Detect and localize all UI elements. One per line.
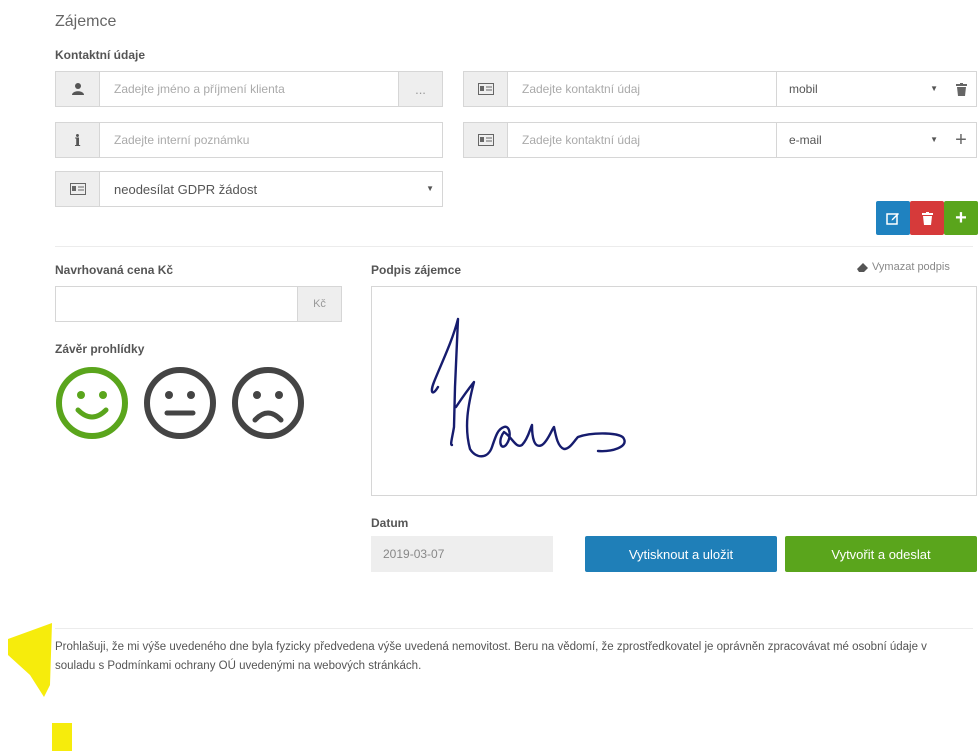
gdpr-select-value: neodesílat GDPR žádost	[114, 181, 258, 197]
chevron-down-icon: ▼	[930, 84, 938, 93]
contact-type-value: e-mail	[789, 133, 822, 147]
price-input[interactable]	[56, 287, 297, 321]
add-button[interactable]: +	[944, 201, 978, 235]
contact-type-value: mobil	[789, 82, 818, 96]
smiley-sad-icon[interactable]	[231, 366, 305, 443]
price-label: Navrhovaná cena Kč	[55, 263, 174, 277]
contact-row-2: Zadejte kontaktní údaj e-mail ▼ +	[463, 122, 977, 158]
contact-type-select-1[interactable]: mobil ▼	[776, 72, 946, 106]
plus-icon: +	[955, 206, 967, 229]
currency-addon: Kč	[297, 287, 341, 321]
section-title: Zájemce	[55, 13, 117, 30]
price-group: Kč	[55, 286, 342, 322]
contact-input-2[interactable]: Zadejte kontaktní údaj	[508, 123, 776, 157]
internal-note-group: i Zadejte interní poznámku	[55, 122, 443, 158]
gdpr-select[interactable]: neodesílat GDPR žádost ▼	[100, 172, 442, 206]
client-name-input[interactable]: Zadejte jméno a příjmení klienta	[100, 72, 398, 106]
id-card-icon	[56, 172, 100, 206]
divider	[55, 246, 973, 247]
gdpr-group: neodesílat GDPR žádost ▼	[55, 171, 443, 207]
id-card-icon	[464, 123, 508, 157]
edit-button[interactable]	[876, 201, 910, 235]
print-save-button[interactable]: Vytisknout a uložit	[585, 536, 777, 572]
contact-details-label: Kontaktní údaje	[55, 48, 146, 62]
smiley-neutral-icon[interactable]	[143, 366, 217, 443]
conclusion-label: Závěr prohlídky	[55, 342, 145, 356]
consent-declaration: Prohlašuji, že mi výše uvedeného dne byl…	[55, 641, 927, 672]
id-card-icon	[464, 72, 508, 106]
clear-signature-label: Vymazat podpis	[872, 261, 950, 273]
date-label: Datum	[371, 516, 409, 530]
highlighter-mark	[8, 623, 72, 751]
create-send-button[interactable]: Vytvořit a odeslat	[785, 536, 977, 572]
info-icon: i	[56, 123, 100, 157]
contact-type-select-2[interactable]: e-mail ▼	[776, 123, 946, 157]
chevron-down-icon: ▼	[426, 184, 434, 193]
clear-signature-link[interactable]: Vymazat podpis	[856, 261, 950, 273]
internal-note-input[interactable]: Zadejte interní poznámku	[100, 123, 442, 157]
edit-icon	[886, 213, 899, 225]
user-icon	[56, 72, 100, 106]
divider	[55, 628, 973, 629]
chevron-down-icon: ▼	[930, 135, 938, 144]
plus-icon[interactable]: +	[946, 123, 976, 157]
date-input[interactable]: 2019-03-07	[371, 536, 553, 572]
signature-drawing	[430, 317, 626, 458]
signature-label: Podpis zájemce	[371, 263, 462, 277]
signature-pad[interactable]	[371, 286, 977, 496]
trash-icon[interactable]	[946, 72, 976, 106]
trash-icon	[921, 211, 933, 225]
eraser-icon	[857, 263, 868, 272]
client-lookup-button[interactable]: ...	[398, 72, 442, 106]
delete-button[interactable]	[910, 201, 944, 235]
smiley-happy-icon[interactable]	[55, 366, 129, 443]
contact-row-1: Zadejte kontaktní údaj mobil ▼	[463, 71, 977, 107]
client-name-group: Zadejte jméno a příjmení klienta ...	[55, 71, 443, 107]
contact-input-1[interactable]: Zadejte kontaktní údaj	[508, 72, 776, 106]
